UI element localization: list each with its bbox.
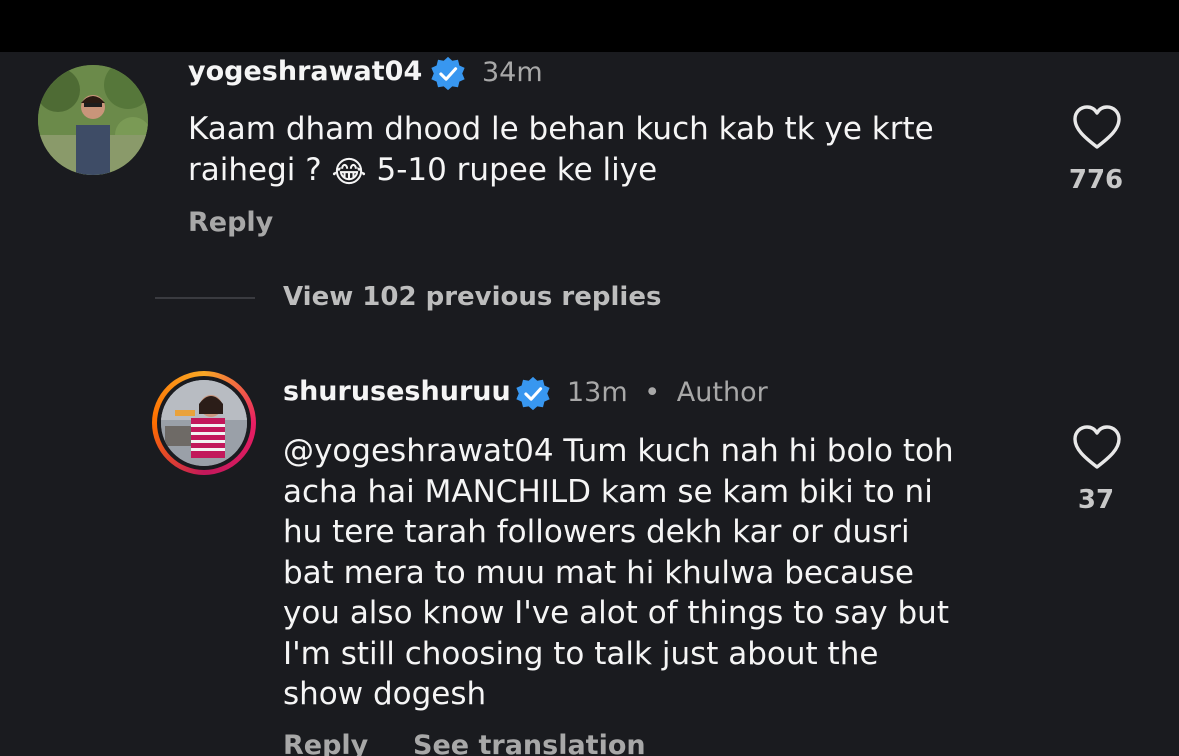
meta-separator: • [644, 377, 661, 408]
comment-text-line: @yogeshrawat04 Tum kuch nah hi bolo toh [283, 433, 954, 469]
comment-text-line: show dogesh [283, 676, 487, 712]
heart-icon[interactable] [1072, 104, 1122, 150]
thread-divider [155, 297, 255, 299]
like-count: 776 [1068, 165, 1124, 195]
avatar-shuruseshuruu[interactable] [152, 371, 256, 475]
comment-text-line: bat mera to muu mat hi khulwa because [283, 554, 914, 591]
top-bar [0, 0, 1179, 52]
comment-username[interactable]: shuruseshuruu [283, 376, 511, 407]
reply-button[interactable]: Reply [283, 730, 368, 756]
comment-text-line: acha hai MANCHILD kam se kam biki to ni [283, 473, 933, 510]
avatar-yogeshrawat04[interactable] [38, 65, 148, 175]
view-previous-replies-button[interactable]: View 102 previous replies [283, 282, 661, 312]
comment-meta: 13m • Author [567, 377, 768, 408]
comment-text-segment: raihegi ? [188, 151, 322, 188]
avatar-photo [161, 380, 247, 466]
comment-text-line: I'm still choosing to talk just about th… [283, 635, 879, 672]
verified-badge-icon [431, 56, 465, 91]
comment-timestamp: 34m [482, 57, 543, 88]
reply-button[interactable]: Reply [188, 207, 273, 238]
see-translation-button[interactable]: See translation [413, 730, 646, 756]
comments-screen: yogeshrawat04 34m Kaam dham dhood le beh… [0, 0, 1179, 756]
author-label: Author [676, 377, 768, 408]
comment-text-line: hu tere tarah followers dekh kar or dusr… [283, 514, 910, 550]
comment-text-line: Kaam dham dhood le behan kuch kab tk ye … [188, 111, 934, 147]
comment-text-segment: 5-10 rupee ke liye [376, 151, 658, 188]
comment-text: Kaam dham dhood le behan kuch kab tk ye … [188, 109, 1048, 193]
avatar-photo [38, 65, 148, 175]
comment-text-line: raihegi ? 😂 5-10 rupee ke liye [188, 150, 1048, 194]
comment-text-line: you also know I've alot of things to say… [283, 595, 949, 631]
comment-timestamp: 13m [567, 377, 628, 408]
heart-icon[interactable] [1072, 424, 1122, 470]
verified-badge-icon [516, 376, 550, 411]
comment-username[interactable]: yogeshrawat04 [188, 56, 422, 87]
avatar-story-ring [157, 376, 251, 470]
comment-text: @yogeshrawat04 Tum kuch nah hi bolo toh … [283, 431, 1053, 715]
like-count: 37 [1077, 485, 1115, 515]
laughing-emoji-icon: 😂 [331, 154, 367, 190]
